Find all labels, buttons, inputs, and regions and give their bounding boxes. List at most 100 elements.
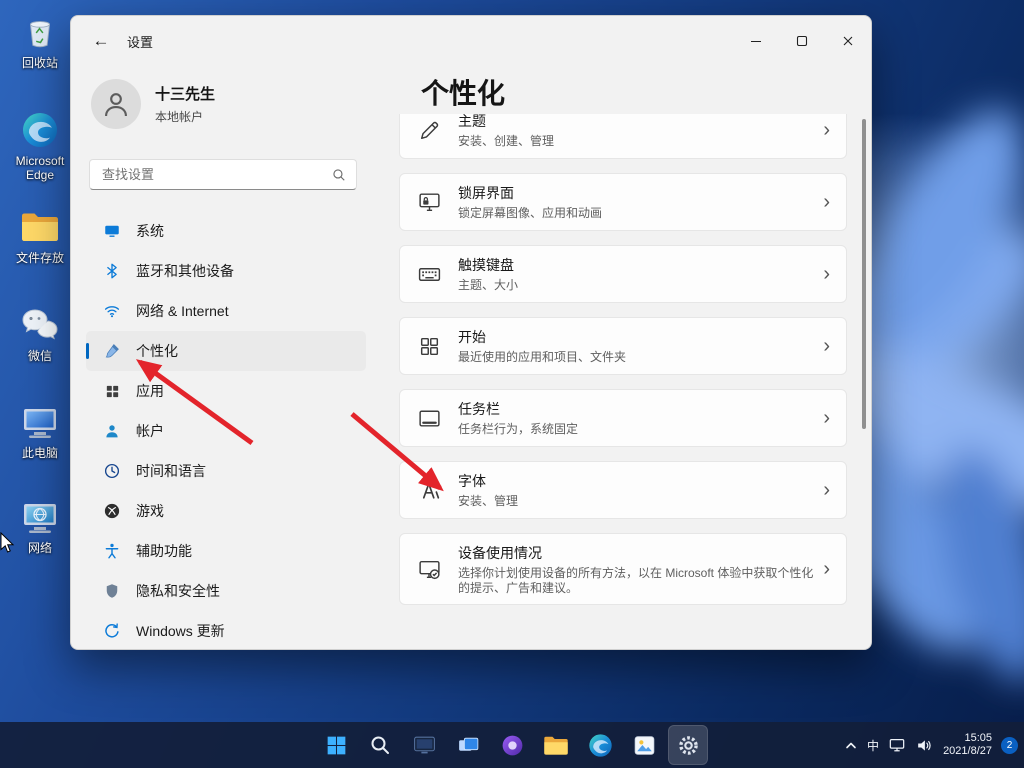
settings-search (89, 159, 357, 190)
card-start[interactable]: 开始 最近使用的应用和项目、文件夹 › (399, 317, 847, 375)
card-touch-keyboard[interactable]: 触摸键盘 主题、大小 › (399, 245, 847, 303)
system-tray: 中 15:05 2021/8/27 2 (844, 722, 1018, 768)
nav-label: 个性化 (136, 343, 178, 359)
taskbar-app-monitor[interactable] (404, 725, 444, 765)
nav-item-accounts[interactable]: 帐户 (86, 411, 366, 451)
file-explorer-button[interactable] (536, 725, 576, 765)
page-title: 个性化 (421, 78, 506, 109)
user-profile[interactable]: 十三先生 本地帐户 (91, 79, 215, 129)
desktop-icon-wechat[interactable]: 微信 (2, 305, 78, 363)
back-button[interactable]: ← (85, 25, 117, 57)
avatar (91, 79, 141, 129)
tray-expand-button[interactable] (844, 739, 858, 752)
nav-item-bluetooth-devices[interactable]: 蓝牙和其他设备 (86, 251, 366, 291)
close-icon (843, 36, 853, 46)
card-desc: 最近使用的应用和项目、文件夹 (458, 350, 627, 364)
card-desc: 安装、创建、管理 (458, 134, 555, 148)
desktop-icon-label: 微信 (27, 349, 52, 363)
desktop-icon-network[interactable]: 网络 (2, 497, 78, 555)
start-menu-icon (414, 334, 444, 359)
person-icon (102, 421, 122, 441)
close-button[interactable] (825, 16, 871, 66)
scrollbar-thumb[interactable] (862, 119, 866, 429)
desktop-icon-edge[interactable]: Microsoft Edge (2, 110, 78, 182)
desktop-icon-this-pc[interactable]: 此电脑 (2, 402, 78, 460)
nav-label: 蓝牙和其他设备 (136, 263, 234, 279)
card-fonts[interactable]: 字体 安装、管理 › (399, 461, 847, 519)
nav-label: 系统 (136, 223, 164, 239)
desktop-icon-recycle-bin[interactable]: 回收站 (2, 12, 78, 70)
nav-item-network-internet[interactable]: 网络 & Internet (86, 291, 366, 331)
desktop-icon-folder[interactable]: 文件存放 (2, 207, 78, 265)
photos-icon (634, 735, 654, 755)
card-device-usage[interactable]: 设备使用情况 选择你计划使用设备的所有方法，以在 Microsoft 体验中获取… (399, 533, 847, 605)
ime-indicator[interactable]: 中 (867, 737, 879, 754)
titlebar: ← 设置 (71, 16, 871, 66)
nav-item-personalization[interactable]: 个性化 (86, 331, 366, 371)
card-taskbar[interactable]: 任务栏 任务栏行为，系统固定 › (399, 389, 847, 447)
settings-button[interactable] (668, 725, 708, 765)
volume-button[interactable] (915, 736, 934, 755)
network-tray-button[interactable] (888, 737, 906, 753)
tray-clock[interactable]: 15:05 2021/8/27 (943, 732, 992, 758)
nav-item-system[interactable]: 系统 (86, 211, 366, 251)
taskbar-settings-icon (414, 406, 444, 431)
nav-label: 隐私和安全性 (136, 583, 220, 599)
taskbar-app-purple[interactable] (492, 725, 532, 765)
window-title: 设置 (127, 34, 154, 50)
desktop: 回收站 Microsoft Edge 文件存放 微信 此电脑 网络 ← 设置 十… (0, 0, 1024, 768)
touch-keyboard-icon (414, 262, 444, 287)
nav-item-time-language[interactable]: 时间和语言 (86, 451, 366, 491)
card-desc: 主题、大小 (458, 278, 519, 292)
tray-time: 15:05 (964, 732, 992, 744)
card-lock-screen[interactable]: 锁屏界面 锁定屏幕图像、应用和动画 › (399, 173, 847, 231)
desktop-icon-label: 网络 (27, 541, 52, 555)
nav-label: 帐户 (136, 423, 164, 439)
taskbar-search-button[interactable] (360, 725, 400, 765)
nav-label: 游戏 (136, 503, 164, 519)
recycle-bin-icon (20, 12, 60, 52)
system-icon (102, 221, 122, 241)
xbox-icon (102, 501, 122, 521)
chevron-right-icon: › (823, 557, 830, 580)
user-name: 十三先生 (155, 86, 216, 103)
card-desc: 选择你计划使用设备的所有方法，以在 Microsoft 体验中获取个性化的提示、… (458, 565, 814, 595)
nav-item-accessibility[interactable]: 辅助功能 (86, 531, 366, 571)
card-themes[interactable]: 主题 安装、创建、管理 › (399, 114, 847, 159)
sidebar: 十三先生 本地帐户 系统 (71, 66, 381, 649)
desktop-icon-label: 回收站 (21, 56, 58, 70)
task-view-icon (458, 737, 478, 751)
purple-app-icon (502, 735, 522, 755)
nav-label: 辅助功能 (136, 543, 192, 559)
fonts-icon (414, 478, 444, 503)
card-title: 字体 (458, 473, 486, 489)
wifi-icon (102, 301, 122, 321)
chevron-right-icon: › (823, 262, 830, 285)
maximize-button[interactable] (779, 16, 825, 66)
search-icon (371, 736, 389, 754)
nav-item-privacy-security[interactable]: 隐私和安全性 (86, 571, 366, 611)
nav-label: 应用 (136, 383, 164, 399)
account-type: 本地帐户 (155, 110, 204, 124)
search-input[interactable] (90, 167, 332, 182)
desktop-icon-label: 此电脑 (21, 446, 58, 460)
lock-screen-icon (414, 190, 444, 215)
start-button[interactable] (316, 725, 356, 765)
nav-label: 网络 & Internet (136, 303, 229, 319)
card-title: 任务栏 (458, 401, 500, 417)
taskbar: 中 15:05 2021/8/27 2 (0, 722, 1024, 768)
minimize-button[interactable] (733, 16, 779, 66)
nav-item-apps[interactable]: 应用 (86, 371, 366, 411)
edge-button[interactable] (580, 725, 620, 765)
photos-button[interactable] (624, 725, 664, 765)
dark-monitor-icon (413, 736, 435, 753)
minimize-icon (751, 40, 761, 43)
notification-badge[interactable]: 2 (1001, 736, 1018, 754)
back-arrow-icon: ← (92, 31, 110, 50)
desktop-icon-label: Microsoft Edge (15, 154, 65, 182)
nav-item-windows-update[interactable]: Windows 更新 (86, 611, 366, 649)
accessibility-icon (102, 541, 122, 561)
task-view-button[interactable] (448, 725, 488, 765)
nav-item-gaming[interactable]: 游戏 (86, 491, 366, 531)
wechat-icon (20, 305, 60, 345)
